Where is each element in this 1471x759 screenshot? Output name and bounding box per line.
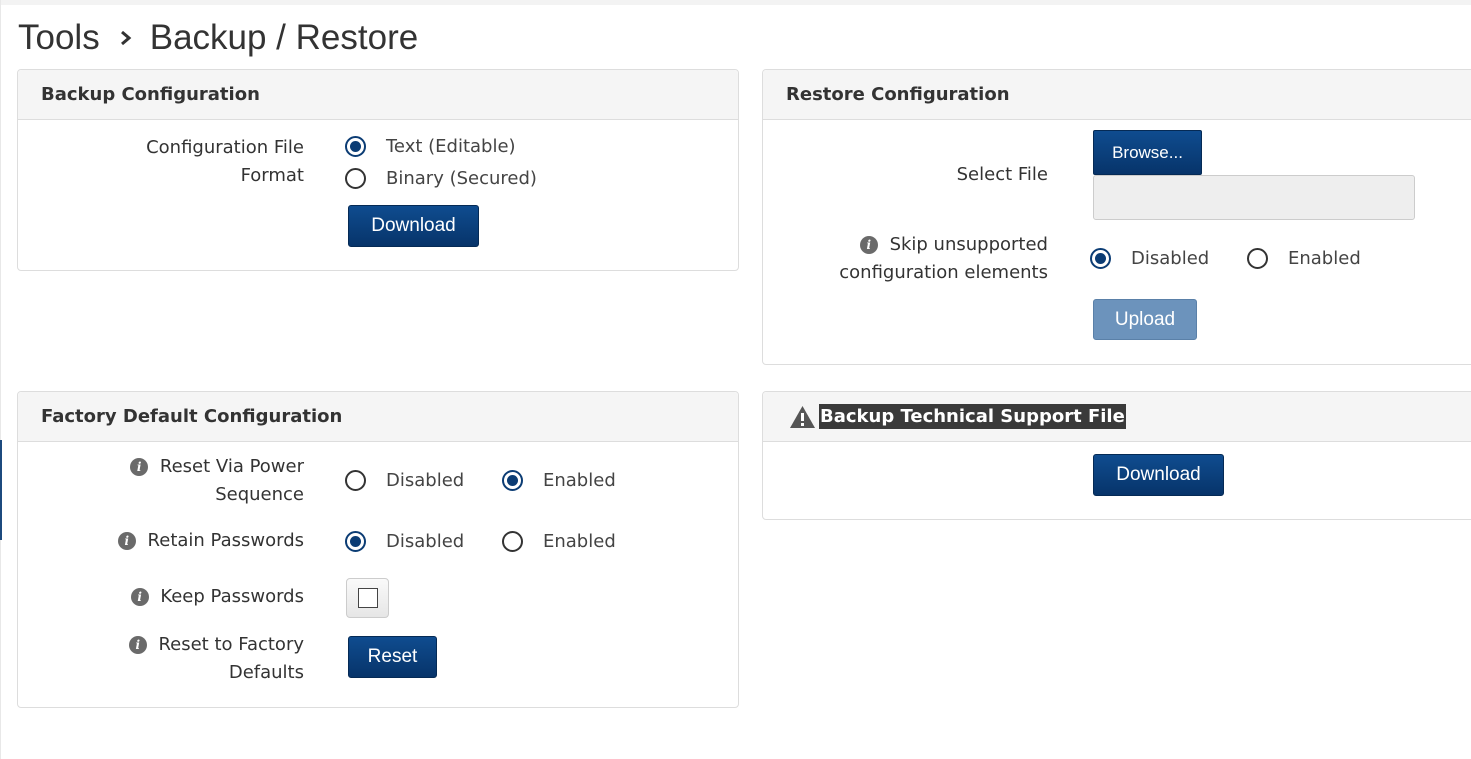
info-icon[interactable]: i xyxy=(130,458,149,476)
skip-enabled-label: Enabled xyxy=(1288,247,1361,269)
tech-support-panel: Backup Technical Support File Download xyxy=(762,391,1471,520)
selected-file-field[interactable] xyxy=(1093,175,1415,220)
skip-unsupported-label: i Skip unsupported configuration element… xyxy=(839,234,1048,283)
info-icon[interactable]: i xyxy=(859,236,878,254)
tech-support-title: Backup Technical Support File xyxy=(819,404,1126,429)
backup-download-button[interactable]: Download xyxy=(348,205,479,247)
tech-support-download-button[interactable]: Download xyxy=(1093,454,1224,496)
retain-passwords-label: i Retain Passwords xyxy=(38,527,304,555)
retain-enabled-radio[interactable] xyxy=(502,530,523,552)
config-file-format-label: Configuration File Format xyxy=(146,137,304,186)
page-title: Backup / Restore xyxy=(149,18,419,57)
skip-disabled-radio[interactable] xyxy=(1090,247,1111,269)
left-border xyxy=(0,0,1,759)
reset-power-enabled-radio[interactable] xyxy=(502,469,523,491)
retain-passwords-option-enabled[interactable]: Enabled xyxy=(502,527,616,555)
format-option-binary[interactable]: Binary (Secured) xyxy=(345,164,537,192)
chevron-right-icon xyxy=(120,30,132,46)
checkbox-square xyxy=(357,588,378,608)
restore-configuration-title: Restore Configuration xyxy=(763,70,1471,120)
backup-configuration-title: Backup Configuration xyxy=(18,70,738,120)
left-nav-indicator xyxy=(0,440,2,540)
reset-power-option-enabled[interactable]: Enabled xyxy=(502,466,616,494)
keep-passwords-label: i Keep Passwords xyxy=(38,583,304,611)
keep-passwords-checkbox[interactable] xyxy=(346,578,389,618)
skip-option-disabled[interactable]: Disabled xyxy=(1090,244,1209,272)
info-icon[interactable]: i xyxy=(128,636,147,654)
upload-button[interactable]: Upload xyxy=(1093,299,1197,340)
factory-default-panel: Factory Default Configuration i Reset Vi… xyxy=(17,391,739,708)
restore-configuration-panel: Restore Configuration Select File Browse… xyxy=(762,69,1471,365)
reset-via-power-label: i Reset Via Power Sequence xyxy=(38,453,304,509)
reset-power-enabled-label: Enabled xyxy=(543,469,616,491)
retain-enabled-label: Enabled xyxy=(543,530,616,552)
browse-button[interactable]: Browse... xyxy=(1093,130,1202,175)
format-binary-radio[interactable] xyxy=(345,167,366,189)
format-option-text[interactable]: Text (Editable) xyxy=(345,132,516,160)
reset-power-disabled-label: Disabled xyxy=(386,469,465,491)
factory-default-title: Factory Default Configuration xyxy=(18,392,738,442)
breadcrumb: Tools Backup / Restore xyxy=(18,14,418,62)
retain-passwords-option-disabled[interactable]: Disabled xyxy=(345,527,464,555)
retain-disabled-radio[interactable] xyxy=(345,530,366,552)
info-icon[interactable]: i xyxy=(130,588,149,606)
format-text-radio[interactable] xyxy=(345,135,366,157)
retain-disabled-label: Disabled xyxy=(386,530,465,552)
warning-icon xyxy=(789,405,816,429)
reset-power-option-disabled[interactable]: Disabled xyxy=(345,466,464,494)
skip-disabled-label: Disabled xyxy=(1131,247,1210,269)
skip-enabled-radio[interactable] xyxy=(1247,247,1268,269)
reset-power-disabled-radio[interactable] xyxy=(345,469,366,491)
format-text-label: Text (Editable) xyxy=(386,135,516,157)
reset-button[interactable]: Reset xyxy=(348,636,437,678)
info-icon[interactable]: i xyxy=(117,532,136,550)
skip-option-enabled[interactable]: Enabled xyxy=(1247,244,1361,272)
format-binary-label: Binary (Secured) xyxy=(386,167,537,189)
reset-to-factory-label: i Reset to Factory Defaults xyxy=(38,631,304,687)
backup-configuration-panel: Backup Configuration Configuration File … xyxy=(17,69,739,271)
breadcrumb-root[interactable]: Tools xyxy=(18,18,100,58)
tech-support-header: Backup Technical Support File xyxy=(763,392,1471,442)
top-strip xyxy=(0,0,1471,5)
select-file-label: Select File xyxy=(956,164,1048,185)
